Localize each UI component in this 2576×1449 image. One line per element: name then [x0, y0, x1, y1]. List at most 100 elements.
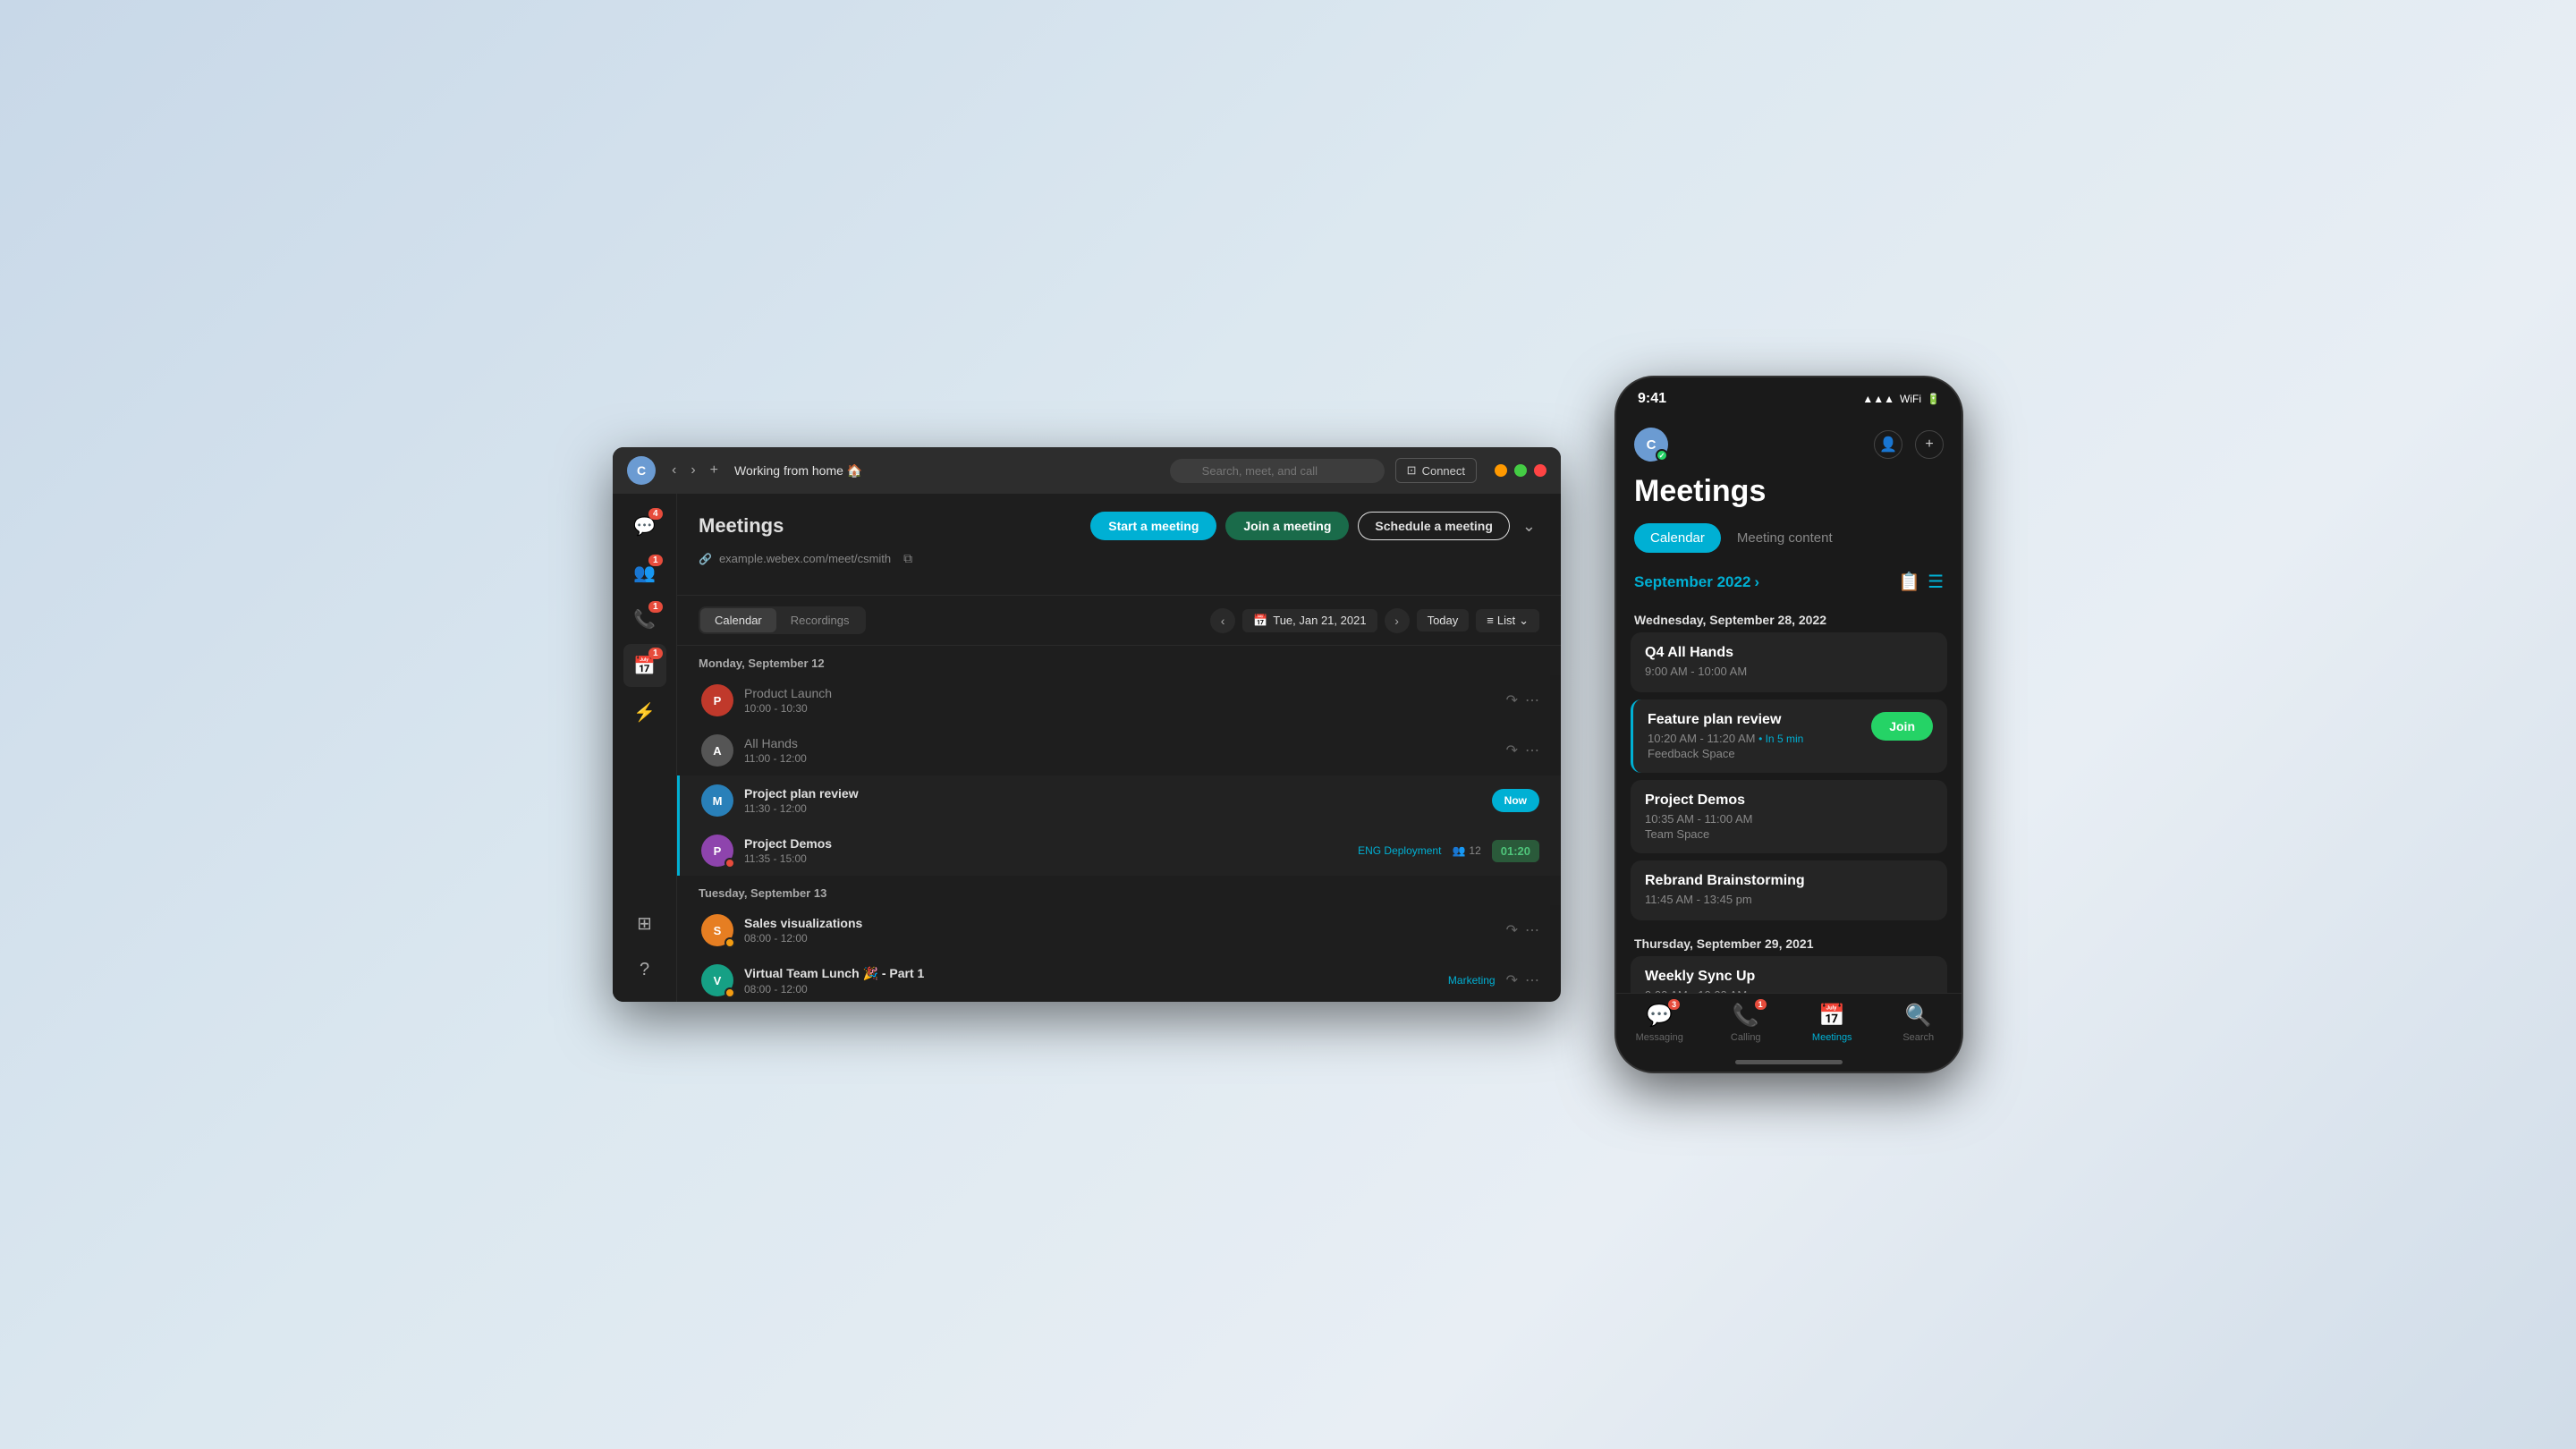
sidebar-item-meetings[interactable]: 📅 1 [623, 644, 666, 687]
mobile-content[interactable]: Meetings Calendar Meeting content Septem… [1616, 474, 1962, 993]
date-display[interactable]: 📅 Tue, Jan 21, 2021 [1242, 609, 1377, 632]
table-row[interactable]: P Product Launch 10:00 - 10:30 ↷ ⋯ [677, 675, 1561, 725]
meeting-info: Project plan review 11:30 - 12:00 [744, 786, 1481, 815]
join-meeting-button[interactable]: Join a meeting [1225, 512, 1349, 540]
list-item[interactable]: Project Demos 10:35 AM - 11:00 AM Team S… [1631, 780, 1947, 853]
sidebar-item-messages[interactable]: 💬 4 [623, 504, 666, 547]
mobile-tab-meeting-content[interactable]: Meeting content [1721, 523, 1849, 553]
join-button[interactable]: Join [1871, 712, 1933, 741]
nav-item-messaging[interactable]: 💬 3 Messaging [1616, 1003, 1703, 1043]
more-icon[interactable]: ⋯ [1525, 971, 1539, 989]
sidebar-item-help[interactable]: ? [623, 948, 666, 991]
meeting-name: Weekly Sync Up [1645, 969, 1933, 985]
tab-calendar[interactable]: Calendar [700, 608, 776, 632]
meetings-header: Meetings Start a meeting Join a meeting … [677, 494, 1561, 596]
date-next-button[interactable]: › [1385, 608, 1410, 633]
meeting-name: Project plan review [744, 786, 1481, 801]
titlebar: C ‹ › + Working from home 🏠 ⌕ ⊡ Connect [613, 447, 1561, 494]
search-input[interactable] [1170, 459, 1385, 483]
status-indicator [724, 987, 735, 998]
start-meeting-button[interactable]: Start a meeting [1090, 512, 1216, 540]
table-row[interactable]: V Virtual Team Lunch 🎉 - Part 1 08:00 - … [677, 955, 1561, 1002]
meeting-time: 11:30 - 12:00 [744, 802, 1481, 815]
user-avatar[interactable]: C [627, 456, 656, 485]
search-nav-icon: 🔍 [1905, 1003, 1932, 1029]
forward-icon[interactable]: ↷ [1506, 971, 1518, 989]
sidebar-item-whiteboard[interactable]: ⚡ [623, 691, 666, 733]
meeting-time: 11:35 - 15:00 [744, 852, 1347, 865]
table-row[interactable]: A All Hands 11:00 - 12:00 ↷ ⋯ [677, 725, 1561, 775]
messages-badge: 4 [648, 508, 663, 520]
mobile-tabs: Calendar Meeting content [1616, 523, 1962, 553]
sidebar-item-people[interactable]: 👥 1 [623, 551, 666, 594]
more-icon[interactable]: ⋯ [1525, 691, 1539, 709]
meeting-space: Feedback Space [1648, 747, 1871, 760]
table-row[interactable]: S Sales visualizations 08:00 - 12:00 ↷ ⋯ [677, 905, 1561, 955]
meeting-actions: ↷ ⋯ [1506, 741, 1539, 759]
meeting-time: 9:00 AM - 10:00 AM [1645, 665, 1933, 678]
add-icon[interactable]: + [1915, 430, 1944, 459]
meeting-name: Project Demos [1645, 792, 1933, 809]
nav-add-button[interactable]: + [705, 459, 724, 482]
tab-recordings[interactable]: Recordings [776, 608, 864, 632]
nav-forward-button[interactable]: › [685, 459, 700, 482]
messaging-label: Messaging [1636, 1032, 1683, 1043]
nav-item-search[interactable]: 🔍 Search [1876, 1003, 1962, 1043]
sidebar-item-apps[interactable]: ⊞ [623, 902, 666, 945]
schedule-meeting-button[interactable]: Schedule a meeting [1358, 512, 1509, 540]
calendar-grid-icon[interactable]: 📋 [1898, 571, 1920, 593]
mobile-tab-calendar[interactable]: Calendar [1634, 523, 1721, 553]
table-row[interactable]: P Project Demos 11:35 - 15:00 ENG Deploy… [677, 826, 1561, 876]
table-row[interactable]: M Project plan review 11:30 - 12:00 Now [677, 775, 1561, 826]
meeting-tag[interactable]: Marketing [1448, 974, 1496, 987]
sidebar-item-calling[interactable]: 📞 1 [623, 597, 666, 640]
mobile-month-display[interactable]: September 2022 › [1634, 573, 1759, 591]
list-item[interactable]: Rebrand Brainstorming 11:45 AM - 13:45 p… [1631, 860, 1947, 920]
signal-icon: ▲▲▲ [1862, 393, 1894, 405]
meeting-time: 10:35 AM - 11:00 AM [1645, 812, 1933, 826]
list-item[interactable]: Weekly Sync Up 9:00 AM - 10:00 AM [1631, 956, 1947, 993]
meeting-name: Feature plan review [1648, 712, 1871, 728]
more-icon[interactable]: ⋯ [1525, 741, 1539, 759]
nav-item-calling[interactable]: 📞 1 Calling [1703, 1003, 1790, 1043]
today-button[interactable]: Today [1417, 609, 1470, 631]
maximize-button[interactable] [1514, 464, 1527, 477]
list-view-icon[interactable]: ☰ [1928, 571, 1944, 593]
avatar: M [701, 784, 733, 817]
minimize-button[interactable] [1495, 464, 1507, 477]
calling-label: Calling [1731, 1032, 1761, 1043]
view-tabs: Calendar Recordings [699, 606, 866, 634]
mobile-day-header-wed: Wednesday, September 28, 2022 [1616, 604, 1962, 632]
forward-icon[interactable]: ↷ [1506, 691, 1518, 709]
more-icon[interactable]: ⋯ [1525, 921, 1539, 939]
desktop-app: C ‹ › + Working from home 🏠 ⌕ ⊡ Connect … [613, 447, 1561, 1002]
nav-item-meetings[interactable]: 📅 Meetings [1789, 1003, 1876, 1043]
link-icon: 🔗 [699, 553, 712, 565]
nav-back-button[interactable]: ‹ [666, 459, 682, 482]
close-button[interactable] [1534, 464, 1546, 477]
meeting-info: Feature plan review 10:20 AM - 11:20 AM … [1648, 712, 1871, 760]
list-view-button[interactable]: ≡ List ⌄ [1476, 609, 1539, 632]
meeting-list[interactable]: Monday, September 12 P Product Launch 10… [677, 646, 1561, 1002]
avatar: V [701, 964, 733, 996]
mobile-month-row: September 2022 › 📋 ☰ [1616, 567, 1962, 604]
day-header-tuesday: Tuesday, September 13 [677, 876, 1561, 905]
mobile-view-icons: 📋 ☰ [1898, 571, 1944, 593]
status-time: 9:41 [1638, 391, 1666, 407]
forward-icon[interactable]: ↷ [1506, 741, 1518, 759]
list-item[interactable]: Feature plan review 10:20 AM - 11:20 AM … [1631, 699, 1947, 773]
forward-icon[interactable]: ↷ [1506, 921, 1518, 939]
now-badge[interactable]: Now [1492, 789, 1539, 812]
account-icon[interactable]: 👤 [1874, 430, 1902, 459]
meeting-tag[interactable]: ENG Deployment [1358, 844, 1441, 857]
timer-badge[interactable]: 01:20 [1492, 840, 1539, 862]
list-item[interactable]: Q4 All Hands 9:00 AM - 10:00 AM [1631, 632, 1947, 692]
connect-button[interactable]: ⊡ Connect [1395, 458, 1477, 483]
app-title: Working from home 🏠 [734, 463, 1159, 479]
copy-url-button[interactable]: ⧉ [898, 549, 918, 568]
meeting-name: Virtual Team Lunch 🎉 - Part 1 [744, 966, 1437, 981]
date-prev-button[interactable]: ‹ [1210, 608, 1235, 633]
mobile-header-icons: 👤 + [1874, 430, 1944, 459]
search-wrap: ⌕ [1170, 459, 1385, 483]
more-options-button[interactable]: ⌄ [1519, 513, 1539, 539]
